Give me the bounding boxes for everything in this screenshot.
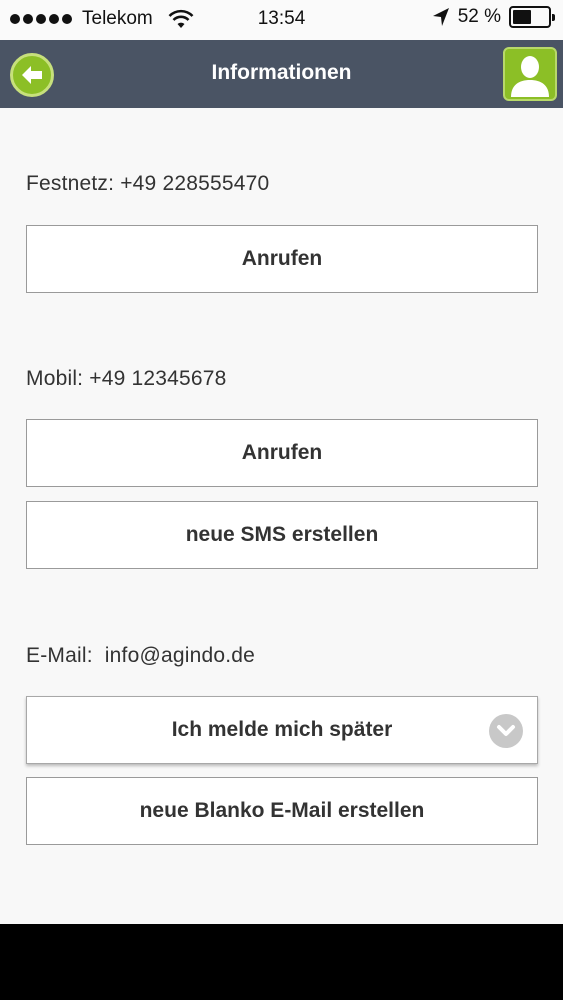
page-title: Informationen <box>211 61 352 84</box>
callback-select-value: Ich melde mich später <box>171 718 393 741</box>
battery-percent: 52 % <box>457 6 501 27</box>
battery-level <box>513 10 531 24</box>
landline-label: Festnetz: +49 228555470 <box>26 172 270 195</box>
call-landline-button[interactable]: Anrufen <box>26 225 538 293</box>
chevron-down-icon[interactable] <box>489 714 523 748</box>
location-arrow-icon <box>432 8 449 26</box>
status-bar-right: 52 % <box>432 6 555 28</box>
navigation-bar: Informationen <box>0 40 563 108</box>
screen: Telekom 13:54 52 % Informationen Festnet… <box>0 0 563 924</box>
new-sms-button[interactable]: neue SMS erstellen <box>26 501 538 569</box>
callback-select[interactable]: Ich melde mich später <box>26 696 538 764</box>
battery-icon <box>509 6 555 28</box>
user-profile-icon <box>511 56 549 97</box>
profile-button[interactable] <box>503 47 557 101</box>
status-bar: Telekom 13:54 52 % <box>0 0 563 40</box>
new-blank-email-button[interactable]: neue Blanko E-Mail erstellen <box>26 777 538 845</box>
mobile-label: Mobil: +49 12345678 <box>26 367 227 390</box>
call-mobile-button[interactable]: Anrufen <box>26 419 538 487</box>
email-label: E-Mail: info@agindo.de <box>26 644 256 667</box>
